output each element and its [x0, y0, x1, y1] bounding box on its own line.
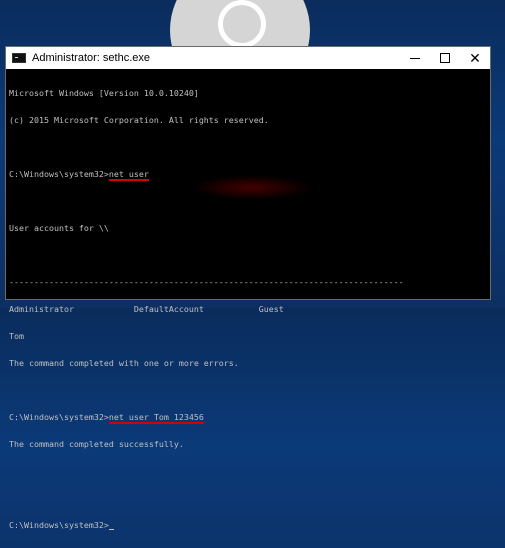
maximize-icon: [440, 53, 450, 63]
cmd-net-user-tom: net user Tom 123456: [108, 412, 204, 424]
console-separator: ----------------------------------------…: [9, 277, 404, 287]
close-icon: ✕: [469, 50, 481, 66]
console-line: The command completed with one or more e…: [9, 358, 239, 368]
console-line: User accounts for \\: [9, 223, 109, 233]
cmd-icon: [12, 53, 26, 63]
console-output[interactable]: Microsoft Windows [Version 10.0.10240] (…: [9, 71, 480, 530]
minimize-icon: [410, 57, 420, 59]
console-window[interactable]: Administrator: sethc.exe ✕ Microsoft Win…: [5, 46, 491, 530]
maximize-button[interactable]: [430, 47, 460, 69]
text-cursor: [108, 529, 114, 530]
window-title: Administrator: sethc.exe: [32, 52, 150, 64]
cmd-net-user: net user: [108, 169, 149, 181]
window-controls: ✕: [400, 47, 490, 69]
console-line: Administrator DefaultAccount Guest: [9, 304, 284, 314]
console-line-cmd2: C:\Windows\system32>net user Tom 123456: [9, 412, 480, 424]
console-line: The command completed successfully.: [9, 439, 184, 449]
close-button[interactable]: ✕: [460, 47, 490, 69]
console-line-cmd1: C:\Windows\system32>net user: [9, 169, 480, 181]
console-line: (c) 2015 Microsoft Corporation. All righ…: [9, 115, 269, 125]
title-bar[interactable]: Administrator: sethc.exe ✕: [6, 47, 490, 69]
minimize-button[interactable]: [400, 47, 430, 69]
console-line: Tom: [9, 331, 24, 341]
prompt-text: C:\Windows\system32>: [9, 520, 109, 530]
avatar-ring-icon: [218, 0, 266, 48]
prompt-text: C:\Windows\system32>: [9, 169, 109, 179]
prompt-text: C:\Windows\system32>: [9, 412, 109, 422]
console-line-prompt[interactable]: C:\Windows\system32>: [9, 521, 480, 530]
console-line: Microsoft Windows [Version 10.0.10240]: [9, 88, 199, 98]
scrollbar[interactable]: [482, 69, 490, 299]
